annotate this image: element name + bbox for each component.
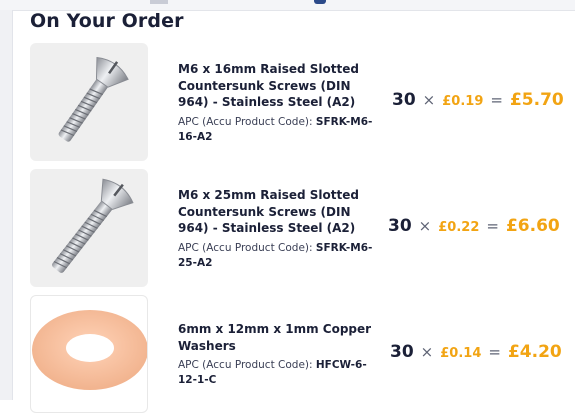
order-item: M6 x 25mm Raised Slotted Countersunk Scr… (30, 169, 575, 289)
line-total: £5.70 (509, 90, 564, 110)
order-heading: On Your Order (30, 10, 184, 32)
times-icon: × (418, 217, 432, 235)
code-label: APC (Accu Product Code): (178, 359, 313, 371)
order-item: M6 x 16mm Raised Slotted Countersunk Scr… (30, 43, 575, 163)
equals-icon: = (488, 343, 501, 361)
equals-icon: = (490, 91, 503, 109)
top-strip-indicator (314, 0, 326, 4)
item-title[interactable]: 6mm x 12mm x 1mm Copper Washers (178, 321, 373, 354)
quantity: 30 (390, 342, 414, 362)
price-row: 30 × £0.19 = £5.70 (392, 90, 564, 110)
screw-image (30, 43, 148, 161)
price-row: 30 × £0.14 = £4.20 (390, 342, 562, 362)
item-title[interactable]: M6 x 16mm Raised Slotted Countersunk Scr… (178, 61, 373, 111)
line-total: £4.20 (507, 342, 562, 362)
item-code-line: APC (Accu Product Code): HFCW-6-12-1-C (178, 358, 373, 388)
times-icon: × (420, 343, 434, 361)
code-label: APC (Accu Product Code): (178, 115, 313, 128)
item-info: M6 x 16mm Raised Slotted Countersunk Scr… (178, 61, 373, 145)
item-info: M6 x 25mm Raised Slotted Countersunk Scr… (178, 187, 373, 271)
price-row: 30 × £0.22 = £6.60 (388, 216, 560, 236)
item-info: 6mm x 12mm x 1mm Copper Washers APC (Acc… (178, 321, 373, 388)
top-strip-tab (150, 0, 168, 4)
code-label: APC (Accu Product Code): (178, 241, 313, 254)
item-code-line: APC (Accu Product Code): SFRK-M6-25-A2 (178, 241, 373, 271)
unit-price: £0.14 (440, 346, 482, 361)
equals-icon: = (486, 217, 499, 235)
washer-image (30, 295, 148, 413)
left-panel-edge (0, 10, 13, 400)
unit-price: £0.19 (442, 94, 484, 109)
item-title[interactable]: M6 x 25mm Raised Slotted Countersunk Scr… (178, 187, 373, 237)
screw-image (30, 169, 148, 287)
line-total: £6.60 (505, 216, 560, 236)
unit-price: £0.22 (438, 220, 480, 235)
item-code-line: APC (Accu Product Code): SFRK-M6-16-A2 (178, 115, 373, 145)
times-icon: × (422, 91, 436, 109)
quantity: 30 (388, 216, 412, 236)
quantity: 30 (392, 90, 416, 110)
order-item: 6mm x 12mm x 1mm Copper Washers APC (Acc… (30, 295, 575, 415)
